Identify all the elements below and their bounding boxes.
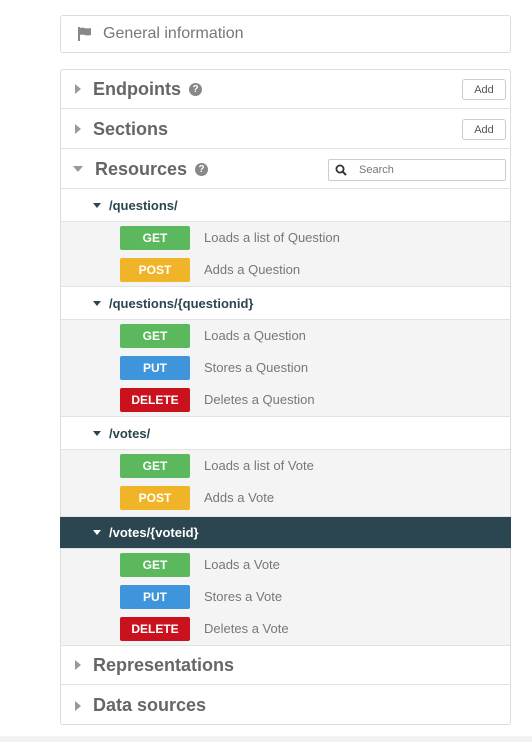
- method-row[interactable]: GET Loads a Vote: [61, 549, 510, 581]
- expand-arrow-icon: [75, 124, 81, 134]
- method-row[interactable]: POST Adds a Vote: [61, 482, 510, 514]
- help-icon[interactable]: ?: [189, 82, 202, 96]
- method-list: GET Loads a Question PUT Stores a Questi…: [61, 320, 510, 417]
- flag-icon: [78, 27, 91, 41]
- resource-path: /votes/{voteid}: [109, 525, 199, 540]
- method-description: Adds a Vote: [204, 490, 275, 505]
- method-list: GET Loads a list of Vote POST Adds a Vot…: [61, 450, 510, 517]
- search-icon: [335, 164, 347, 176]
- section-resources[interactable]: Resources ?: [61, 150, 510, 189]
- section-representations[interactable]: Representations: [61, 646, 510, 685]
- method-description: Loads a list of Question: [204, 230, 340, 245]
- section-sections[interactable]: Sections Add: [61, 110, 510, 149]
- method-row[interactable]: GET Loads a list of Vote: [61, 450, 510, 482]
- expand-arrow-icon: [75, 84, 81, 94]
- method-description: Stores a Vote: [204, 589, 283, 604]
- method-badge-put[interactable]: PUT: [120, 356, 190, 380]
- caret-down-icon: [93, 301, 101, 306]
- method-badge-delete[interactable]: DELETE: [120, 617, 190, 641]
- resource-search-box[interactable]: [328, 159, 506, 181]
- api-panel: Endpoints ? Add Sections Add Resources ?…: [60, 69, 511, 725]
- resource-header[interactable]: /questions/: [61, 190, 510, 222]
- method-row[interactable]: PUT Stores a Question: [61, 352, 510, 384]
- resource-path: /questions/{questionid}: [109, 296, 254, 311]
- caret-down-icon: [93, 431, 101, 436]
- method-badge-get[interactable]: GET: [120, 553, 190, 577]
- method-list: GET Loads a Vote PUT Stores a Vote DELET…: [61, 549, 510, 646]
- method-description: Deletes a Question: [204, 392, 315, 407]
- collapse-arrow-icon: [73, 166, 83, 172]
- method-description: Deletes a Vote: [204, 621, 289, 636]
- method-row[interactable]: DELETE Deletes a Question: [61, 384, 510, 416]
- method-badge-get[interactable]: GET: [120, 324, 190, 348]
- general-information-label: General information: [103, 25, 244, 42]
- expand-arrow-icon: [75, 700, 81, 711]
- sections-title: Sections: [93, 118, 169, 139]
- add-section-button[interactable]: Add: [462, 119, 506, 140]
- resource-path: /questions/: [109, 198, 178, 213]
- resource-header[interactable]: /questions/{questionid}: [61, 288, 510, 320]
- add-endpoint-button[interactable]: Add: [462, 79, 506, 100]
- caret-down-icon: [93, 203, 101, 208]
- method-badge-post[interactable]: POST: [120, 486, 190, 510]
- method-badge-get[interactable]: GET: [120, 226, 190, 250]
- help-icon[interactable]: ?: [195, 162, 209, 176]
- section-endpoints[interactable]: Endpoints ? Add: [61, 70, 510, 109]
- method-badge-put[interactable]: PUT: [120, 585, 190, 609]
- method-row[interactable]: PUT Stores a Vote: [61, 581, 510, 613]
- method-description: Loads a list of Vote: [204, 458, 314, 473]
- data-sources-title: Data sources: [93, 695, 207, 715]
- method-badge-get[interactable]: GET: [120, 454, 190, 478]
- method-description: Stores a Question: [204, 360, 309, 375]
- method-description: Adds a Question: [204, 262, 301, 277]
- representations-title: Representations: [93, 654, 235, 675]
- expand-arrow-icon: [75, 660, 81, 670]
- resource-path: /votes/: [109, 426, 151, 441]
- method-row[interactable]: DELETE Deletes a Vote: [61, 613, 510, 645]
- search-input[interactable]: [357, 163, 501, 177]
- footer-strip: [0, 736, 532, 742]
- method-description: Loads a Question: [204, 328, 306, 343]
- section-data-sources[interactable]: Data sources: [61, 686, 510, 725]
- resources-title: Resources: [95, 158, 188, 179]
- caret-down-icon: [93, 530, 101, 535]
- resource-header[interactable]: /votes/: [61, 418, 510, 450]
- method-description: Loads a Vote: [204, 557, 280, 572]
- method-row[interactable]: POST Adds a Question: [61, 254, 510, 286]
- method-row[interactable]: GET Loads a Question: [61, 320, 510, 352]
- method-row[interactable]: GET Loads a list of Question: [61, 222, 510, 254]
- method-badge-post[interactable]: POST: [120, 258, 190, 282]
- general-information-panel[interactable]: General information: [60, 15, 511, 53]
- method-badge-delete[interactable]: DELETE: [120, 388, 190, 412]
- endpoints-title: Endpoints: [93, 78, 181, 99]
- resource-header-selected[interactable]: /votes/{voteid}: [60, 517, 511, 549]
- method-list: GET Loads a list of Question POST Adds a…: [61, 222, 510, 287]
